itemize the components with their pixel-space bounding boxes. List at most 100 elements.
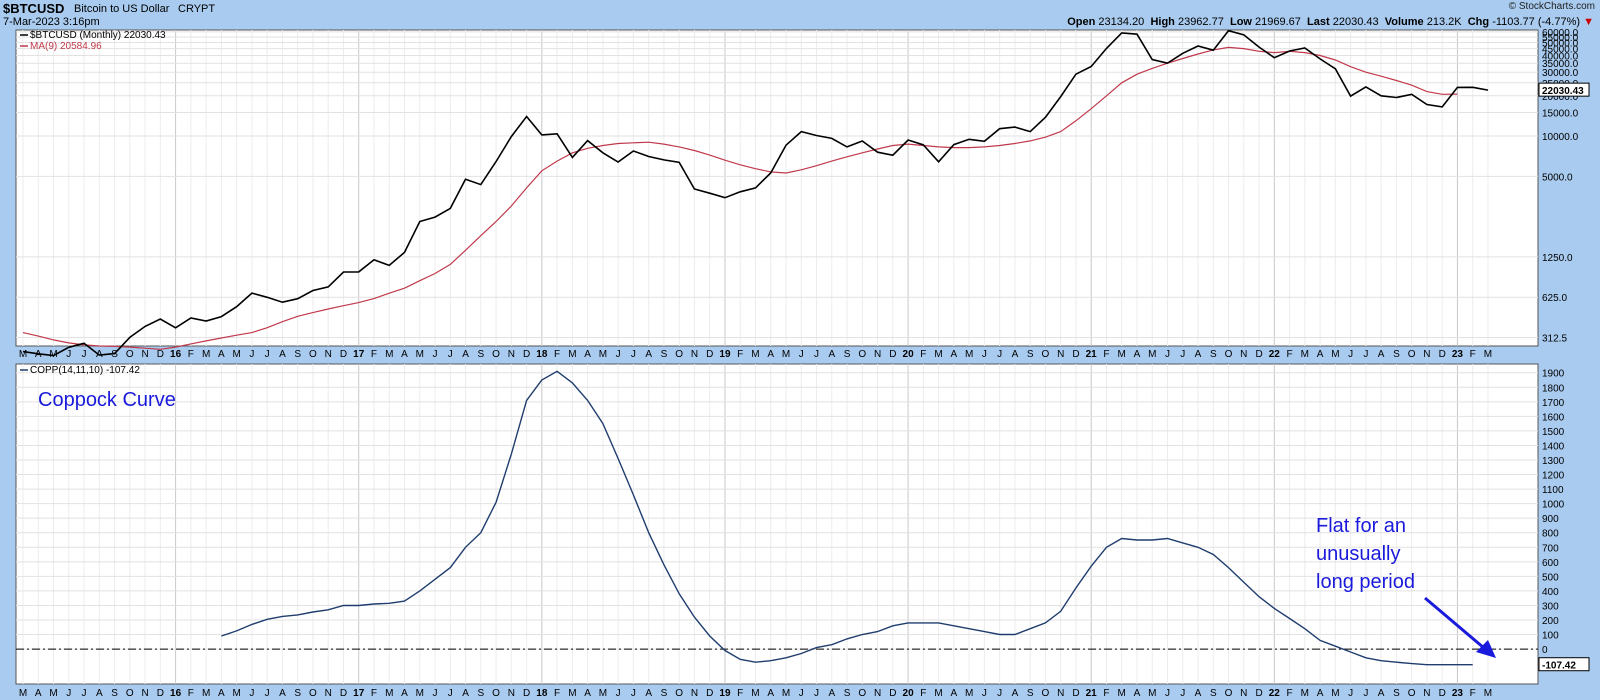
coppock-x-tick: F <box>1287 688 1293 699</box>
coppock-x-tick: 22 <box>1269 688 1281 699</box>
price-x-tick: J <box>265 349 270 360</box>
annotation-text: unusually <box>1316 543 1401 565</box>
coppock-x-tick: N <box>1423 688 1430 699</box>
price-x-tick: F <box>188 349 194 360</box>
price-x-tick: D <box>1072 349 1079 360</box>
price-x-tick: N <box>1057 349 1064 360</box>
coppock-x-tick: M <box>782 688 790 699</box>
coppock-x-tick: J <box>631 688 636 699</box>
price-x-tick: M <box>568 349 576 360</box>
coppock-x-tick: M <box>1484 688 1492 699</box>
price-legend-entry: MA(9) 20584.96 <box>30 41 102 52</box>
price-x-tick: M <box>782 349 790 360</box>
coppock-y-tick: 400 <box>1542 587 1559 598</box>
coppock-x-tick: M <box>934 688 942 699</box>
price-x-tick: J <box>616 349 621 360</box>
price-x-tick: O <box>1408 349 1416 360</box>
coppock-x-tick: J <box>448 688 453 699</box>
price-legend-entry: $BTCUSD (Monthly) 22030.43 <box>30 30 166 41</box>
price-x-tick: F <box>371 349 377 360</box>
coppock-x-tick: J <box>433 688 438 699</box>
coppock-panel <box>15 363 1539 685</box>
coppock-x-tick: O <box>309 688 317 699</box>
price-x-tick: D <box>157 349 164 360</box>
coppock-x-tick: O <box>675 688 683 699</box>
price-x-tick: M <box>751 349 759 360</box>
price-x-tick: O <box>858 349 866 360</box>
price-x-tick: N <box>325 349 332 360</box>
price-x-tick: S <box>1210 349 1217 360</box>
coppock-x-tick: S <box>1210 688 1217 699</box>
price-x-tick: D <box>1255 349 1262 360</box>
price-x-tick: A <box>1317 349 1324 360</box>
coppock-y-tick: 1600 <box>1542 412 1565 423</box>
coppock-x-tick: M <box>965 688 973 699</box>
price-x-tick: J <box>1180 349 1185 360</box>
price-x-tick: A <box>645 349 652 360</box>
coppock-y-tick: 1700 <box>1542 398 1565 409</box>
price-x-tick: M <box>1301 349 1309 360</box>
coppock-y-tick: 200 <box>1542 616 1559 627</box>
coppock-x-tick: F <box>371 688 377 699</box>
coppock-x-tick: M <box>49 688 57 699</box>
coppock-x-tick: 16 <box>170 688 182 699</box>
coppock-x-tick: D <box>523 688 530 699</box>
coppock-x-tick: S <box>844 688 851 699</box>
coppock-y-tick: 1900 <box>1542 369 1565 380</box>
price-x-tick: M <box>934 349 942 360</box>
coppock-x-tick: N <box>325 688 332 699</box>
coppock-x-tick: A <box>1378 688 1385 699</box>
coppock-legend-entry: COPP(14,11,10) -107.42 <box>30 365 140 376</box>
price-x-tick: D <box>340 349 347 360</box>
price-x-tick: S <box>844 349 851 360</box>
price-x-tick: N <box>141 349 148 360</box>
price-x-tick: S <box>661 349 668 360</box>
price-x-tick: 21 <box>1086 349 1098 360</box>
coppock-x-tick: D <box>889 688 896 699</box>
coppock-x-tick: A <box>828 688 835 699</box>
coppock-y-tick: 1200 <box>1542 471 1565 482</box>
annotation-text: long period <box>1316 571 1415 593</box>
coppock-x-tick: J <box>1363 688 1368 699</box>
price-x-tick: A <box>279 349 286 360</box>
price-x-tick: S <box>477 349 484 360</box>
coppock-title: Coppock Curve <box>38 389 176 411</box>
coppock-x-tick: M <box>751 688 759 699</box>
price-x-tick: M <box>232 349 240 360</box>
price-x-tick: J <box>433 349 438 360</box>
coppock-last-label: -107.42 <box>1542 661 1576 672</box>
coppock-x-tick: M <box>19 688 27 699</box>
price-x-tick: A <box>1134 349 1141 360</box>
coppock-x-tick: A <box>767 688 774 699</box>
coppock-x-tick: M <box>385 688 393 699</box>
coppock-x-tick: J <box>997 688 1002 699</box>
coppock-x-tick: S <box>1393 688 1400 699</box>
price-x-tick: O <box>492 349 500 360</box>
price-x-tick: F <box>1470 349 1476 360</box>
coppock-x-tick: D <box>1439 688 1446 699</box>
price-x-tick: S <box>294 349 301 360</box>
coppock-x-tick: F <box>554 688 560 699</box>
coppock-x-tick: J <box>66 688 71 699</box>
coppock-x-tick: A <box>1012 688 1019 699</box>
price-x-tick: M <box>1148 349 1156 360</box>
price-x-tick: J <box>631 349 636 360</box>
chart-canvas: 60000.055000.050000.045000.040000.035000… <box>15 28 1590 699</box>
price-x-tick: A <box>584 349 591 360</box>
price-x-tick: A <box>218 349 225 360</box>
coppock-x-tick: D <box>340 688 347 699</box>
coppock-x-tick: O <box>1042 688 1050 699</box>
coppock-x-tick: A <box>96 688 103 699</box>
coppock-x-tick: D <box>706 688 713 699</box>
price-x-tick: A <box>1195 349 1202 360</box>
price-x-tick: M <box>599 349 607 360</box>
coppock-x-tick: M <box>416 688 424 699</box>
price-last-label: 22030.43 <box>1542 86 1584 97</box>
price-x-tick: M <box>416 349 424 360</box>
coppock-x-tick: M <box>1331 688 1339 699</box>
coppock-x-tick: F <box>1103 688 1109 699</box>
price-y-tick: 5000.0 <box>1542 172 1573 183</box>
coppock-x-tick: A <box>1134 688 1141 699</box>
coppock-x-tick: J <box>616 688 621 699</box>
price-x-tick: 20 <box>903 349 915 360</box>
